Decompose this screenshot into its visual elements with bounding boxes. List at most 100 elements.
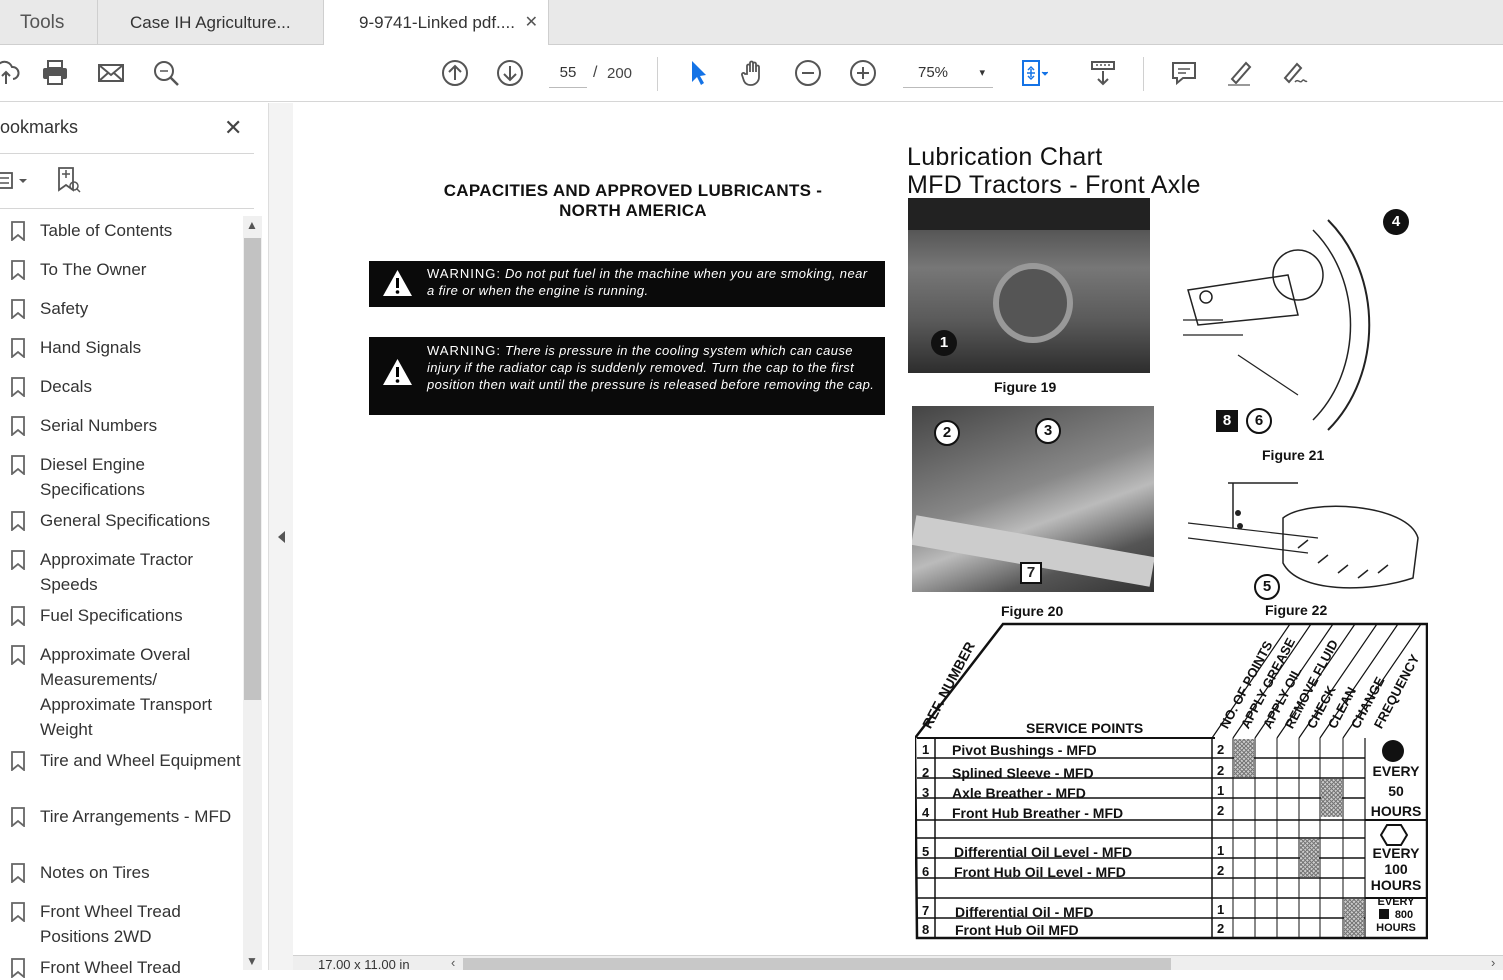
print-icon[interactable]: [37, 55, 73, 91]
heading-line: NORTH AMERICA: [559, 201, 707, 220]
zoom-select[interactable]: 75% ▾: [903, 58, 993, 88]
scroll-down-icon[interactable]: ▼: [246, 954, 258, 968]
bookmark-item[interactable]: Serial Numbers: [0, 413, 243, 438]
zoom-in-icon[interactable]: [845, 55, 881, 91]
grease-marker: [1234, 739, 1254, 777]
bookmark-item[interactable]: Front Wheel Tread: [0, 955, 243, 980]
bookmark-item[interactable]: Tire Arrangements - MFD: [0, 804, 243, 829]
search-icon[interactable]: [148, 55, 184, 91]
row-count: 2: [1217, 742, 1225, 757]
scroll-up-icon[interactable]: ▲: [246, 218, 258, 232]
close-icon[interactable]: ✕: [224, 115, 242, 141]
collapse-panel-icon[interactable]: [278, 531, 285, 543]
bookmark-item[interactable]: Fuel Specifications: [0, 603, 243, 628]
callout-7: 7: [1020, 562, 1042, 584]
bookmark-label: Tire and Wheel Equipment: [40, 751, 241, 770]
bookmark-icon: [11, 807, 25, 827]
row-name: Differential Oil - MFD: [955, 904, 1094, 920]
next-page-icon[interactable]: [492, 55, 528, 91]
bookmark-icon: [11, 606, 25, 626]
frequency-800-line: 800: [1365, 909, 1427, 922]
bookmark-icon: [11, 902, 25, 922]
bookmark-item[interactable]: To The Owner: [0, 257, 243, 282]
bookmark-item[interactable]: Table of Contents: [0, 218, 243, 243]
bookmark-icon: [11, 958, 25, 978]
tab-bar: Tools Case IH Agriculture... 9-9741-Link…: [0, 0, 1503, 46]
comment-icon[interactable]: [1166, 55, 1202, 91]
toolbar-divider: [1143, 57, 1144, 91]
highlight-pen-icon[interactable]: [1221, 55, 1257, 91]
row-count: 1: [1217, 902, 1225, 917]
options-menu-icon[interactable]: [0, 171, 36, 191]
callout-5: 5: [1254, 574, 1280, 600]
bookmark-label: Front Wheel Tread: [40, 958, 181, 977]
divider: [0, 153, 254, 154]
bookmark-label: Approximate Overal Measurements/ Approxi…: [40, 645, 212, 739]
bookmark-item[interactable]: Approximate Overal Measurements/ Approxi…: [0, 642, 243, 742]
bookmark-item[interactable]: Front Wheel Tread Positions 2WD: [0, 899, 243, 949]
row-ref: 4: [922, 805, 930, 820]
bookmark-icon: [11, 299, 25, 319]
lubrication-table: REF. NUMBER SERVICE POINTS NO. OF POINTS…: [915, 620, 1428, 940]
warning-triangle-icon: [383, 270, 412, 296]
frequency-800-line: HOURS: [1376, 922, 1416, 934]
tab-linked-pdf[interactable]: 9-9741-Linked pdf.... ✕: [324, 0, 549, 46]
figure-21-drawing: [1183, 219, 1371, 431]
row-name: Front Hub Oil MFD: [955, 922, 1079, 938]
bookmark-icon: [11, 377, 25, 397]
scroll-mode-icon[interactable]: [1085, 55, 1121, 91]
panel-splitter[interactable]: [268, 103, 293, 970]
bookmark-item[interactable]: Tire and Wheel Equipment: [0, 748, 243, 773]
upload-cloud-icon[interactable]: [0, 55, 24, 91]
previous-page-icon[interactable]: [437, 55, 473, 91]
zoom-out-icon[interactable]: [790, 55, 826, 91]
heading-line: CAPACITIES AND APPROVED LUBRICANTS -: [443, 181, 823, 200]
bookmark-item[interactable]: General Specifications: [0, 508, 243, 533]
figure-19-label: Figure 19: [994, 379, 1057, 395]
scroll-left-icon[interactable]: ‹: [451, 955, 455, 970]
bookmark-label: General Specifications: [40, 511, 211, 530]
mail-icon[interactable]: [93, 55, 129, 91]
bookmark-icon: [11, 550, 25, 570]
select-cursor-icon[interactable]: [680, 55, 716, 91]
hand-tool-icon[interactable]: [735, 55, 771, 91]
row-name: Axle Breather - MFD: [952, 785, 1086, 801]
bookmarks-panel: ookmarks ✕ Table of Contents To The Owner…: [0, 103, 268, 978]
row-ref: 7: [922, 903, 930, 918]
row-count: 2: [1217, 803, 1225, 818]
bookmark-label: To The Owner: [40, 260, 147, 279]
row-name: Front Hub Breather - MFD: [952, 805, 1124, 821]
chart-title-line: MFD Tractors - Front Axle: [907, 171, 1201, 199]
bookmark-item[interactable]: Diesel Engine Specifications: [0, 452, 243, 502]
row-name: Differential Oil Level - MFD: [954, 844, 1133, 860]
row-count: 2: [1217, 763, 1225, 778]
bookmark-label: Safety: [40, 299, 89, 318]
bookmark-icon: [11, 751, 25, 771]
scroll-right-icon[interactable]: ›: [1491, 955, 1495, 970]
horizontal-scroll-thumb[interactable]: [463, 958, 1171, 970]
bookmark-label: Table of Contents: [40, 221, 173, 240]
tab-label: 9-9741-Linked pdf....: [359, 13, 515, 32]
figure-20-label: Figure 20: [1001, 603, 1064, 619]
close-icon[interactable]: ✕: [525, 12, 538, 32]
bookmark-item[interactable]: Safety: [0, 296, 243, 321]
bookmark-item[interactable]: Notes on Tires: [0, 860, 243, 885]
page-separator: /: [593, 64, 598, 81]
new-bookmark-icon[interactable]: [56, 166, 82, 194]
tab-case-ih[interactable]: Case IH Agriculture...: [98, 0, 324, 45]
warning-triangle-icon: [383, 359, 412, 385]
bookmark-label: Approximate Tractor Speeds: [40, 550, 194, 594]
bookmark-item[interactable]: Hand Signals: [0, 335, 243, 360]
sign-icon[interactable]: [1276, 55, 1312, 91]
page-number-input[interactable]: 55: [549, 58, 587, 88]
sidebar-scroll-thumb[interactable]: [244, 238, 261, 700]
bookmark-item[interactable]: Approximate Tractor Speeds: [0, 547, 243, 597]
bookmark-item[interactable]: Decals: [0, 374, 243, 399]
page-fit-icon[interactable]: [1015, 55, 1051, 91]
row-ref: 5: [922, 844, 930, 859]
frequency-100: EVERY 100 HOURS: [1370, 845, 1422, 893]
tab-tools[interactable]: Tools: [0, 0, 98, 45]
bookmark-label: Fuel Specifications: [40, 606, 183, 625]
callout-4: 4: [1383, 209, 1409, 235]
frequency-circle-icon: [1382, 740, 1404, 762]
